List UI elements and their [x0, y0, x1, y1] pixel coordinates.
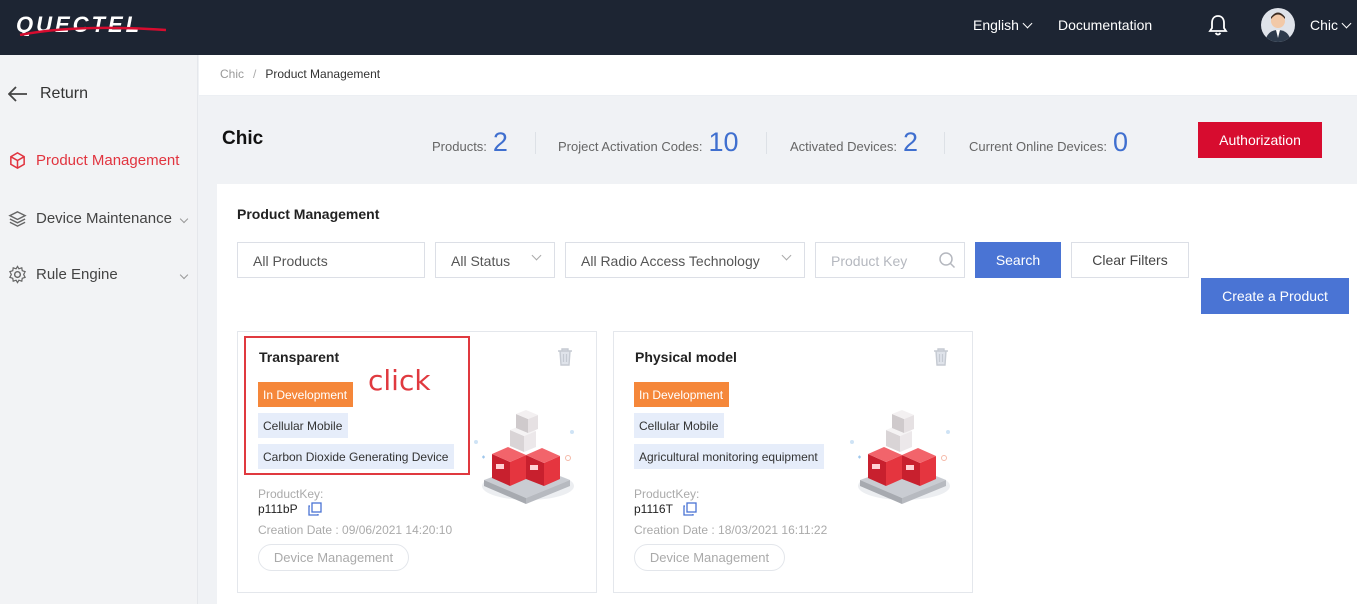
sidebar: Return Product Management Device Mainten…	[0, 55, 198, 604]
return-button[interactable]: Return	[8, 85, 88, 103]
section-title: Product Management	[237, 206, 380, 222]
trash-icon[interactable]	[932, 347, 950, 366]
status-badge: In Development	[258, 382, 354, 407]
return-label: Return	[40, 85, 89, 102]
click-annotation: click	[368, 364, 431, 397]
products-select-value: All Products	[253, 253, 328, 269]
chevron-down-icon	[179, 214, 189, 224]
breadcrumb-current: Product Management	[265, 67, 381, 81]
device-management-button[interactable]: Device Management	[258, 544, 409, 571]
stat-online-devices: Current Online Devices: 0	[969, 127, 1128, 158]
stat-activation-codes: Project Activation Codes: 10	[558, 127, 739, 158]
stat-activated-devices: Activated Devices: 2	[790, 127, 918, 158]
documentation-label: Documentation	[1058, 17, 1153, 33]
breadcrumb-root[interactable]: Chic	[220, 67, 244, 81]
bell-icon[interactable]	[1208, 14, 1228, 39]
bell-svg	[1208, 15, 1228, 36]
chevron-down-icon	[781, 250, 792, 261]
category-tag: Agricultural monitoring equipment	[634, 444, 824, 469]
trash-icon[interactable]	[556, 347, 574, 366]
network-tag: Cellular Mobile	[258, 413, 349, 438]
brand-logo-icon: QUECTEL	[16, 12, 167, 37]
copy-icon[interactable]	[683, 502, 697, 516]
product-name[interactable]: Physical model	[635, 349, 737, 365]
creation-date: Creation Date : 18/03/2021 16:11:22	[634, 523, 828, 537]
stat-value: 0	[1113, 127, 1129, 157]
product-key-placeholder: Product Key	[831, 253, 908, 269]
stat-value: 10	[708, 127, 739, 157]
top-bar: QUECTEL English Documentation Chic	[0, 0, 1357, 55]
chevron-down-icon	[179, 270, 189, 280]
sidebar-item-rule-engine[interactable]: Rule Engine	[8, 265, 191, 284]
page-title: Chic	[222, 128, 264, 149]
breadcrumb-separator: /	[253, 67, 257, 81]
product-key-label: ProductKey:	[634, 487, 700, 501]
search-icon[interactable]	[938, 251, 956, 269]
sidebar-item-label: Device Maintenance	[36, 210, 172, 227]
create-product-button[interactable]: Create a Product	[1201, 278, 1349, 314]
boxes-illustration-icon	[850, 410, 950, 504]
stat-value: 2	[492, 127, 508, 157]
creation-date: Creation Date : 09/06/2021 14:20:10	[258, 523, 453, 537]
divider	[766, 132, 767, 154]
product-key-row: p1116T	[634, 502, 697, 516]
products-select[interactable]: All Products	[237, 242, 425, 278]
documentation-link[interactable]: Documentation	[1058, 17, 1152, 33]
stat-products: Products: 2	[432, 127, 508, 158]
rat-select-value: All Radio Access Technology	[581, 253, 760, 269]
category-tag: Carbon Dioxide Generating Device	[258, 444, 455, 469]
chevron-down-icon	[1341, 18, 1352, 28]
stat-label: Activated Devices:	[790, 139, 897, 154]
device-management-button[interactable]: Device Management	[634, 544, 785, 571]
product-illustration	[470, 402, 580, 510]
sidebar-item-label: Rule Engine	[36, 266, 118, 283]
stat-label: Products:	[432, 139, 487, 154]
boxes-illustration-icon	[474, 410, 574, 504]
cube-icon	[10, 152, 25, 169]
layers-icon	[8, 211, 27, 227]
product-name[interactable]: Transparent	[259, 349, 339, 365]
authorization-button[interactable]: Authorization	[1198, 122, 1322, 158]
chevron-down-icon	[1022, 18, 1033, 28]
product-key-value: p1116T	[634, 502, 673, 516]
language-selector[interactable]: English	[973, 17, 1033, 33]
stat-value: 2	[902, 127, 918, 157]
user-menu[interactable]: Chic	[1310, 17, 1352, 33]
user-avatar-icon	[1265, 12, 1291, 42]
breadcrumb: Chic / Product Management	[199, 55, 1357, 96]
divider	[535, 132, 536, 154]
status-badge: In Development	[634, 382, 730, 407]
search-button[interactable]: Search	[975, 242, 1061, 278]
language-label: English	[973, 17, 1019, 33]
gear-icon	[9, 265, 26, 284]
copy-icon[interactable]	[307, 502, 322, 516]
user-name: Chic	[1310, 17, 1339, 33]
quectel-logo[interactable]: QUECTEL	[16, 12, 186, 39]
status-select-value: All Status	[451, 253, 511, 269]
stat-label: Project Activation Codes:	[558, 139, 703, 154]
clear-filters-button[interactable]: Clear Filters	[1071, 242, 1189, 278]
sidebar-item-label: Product Management	[36, 152, 180, 169]
product-illustration	[846, 402, 956, 510]
product-key-label: ProductKey:	[258, 487, 324, 501]
stat-label: Current Online Devices:	[969, 139, 1107, 154]
chevron-down-icon	[531, 250, 542, 261]
product-key-value: p111bP	[258, 502, 298, 516]
network-tag: Cellular Mobile	[634, 413, 725, 438]
avatar[interactable]	[1261, 8, 1295, 42]
product-key-input[interactable]: Product Key	[815, 242, 965, 278]
product-card-physical-model[interactable]: Physical model In Development Cellular M…	[613, 331, 973, 593]
rat-select[interactable]: All Radio Access Technology	[565, 242, 805, 278]
product-key-row: p111bP	[258, 502, 322, 516]
sidebar-item-device-maintenance[interactable]: Device Maintenance	[8, 209, 191, 228]
sidebar-item-product-management[interactable]: Product Management	[8, 151, 191, 170]
arrow-left-icon	[8, 86, 27, 102]
status-select[interactable]: All Status	[435, 242, 555, 278]
divider	[944, 132, 945, 154]
